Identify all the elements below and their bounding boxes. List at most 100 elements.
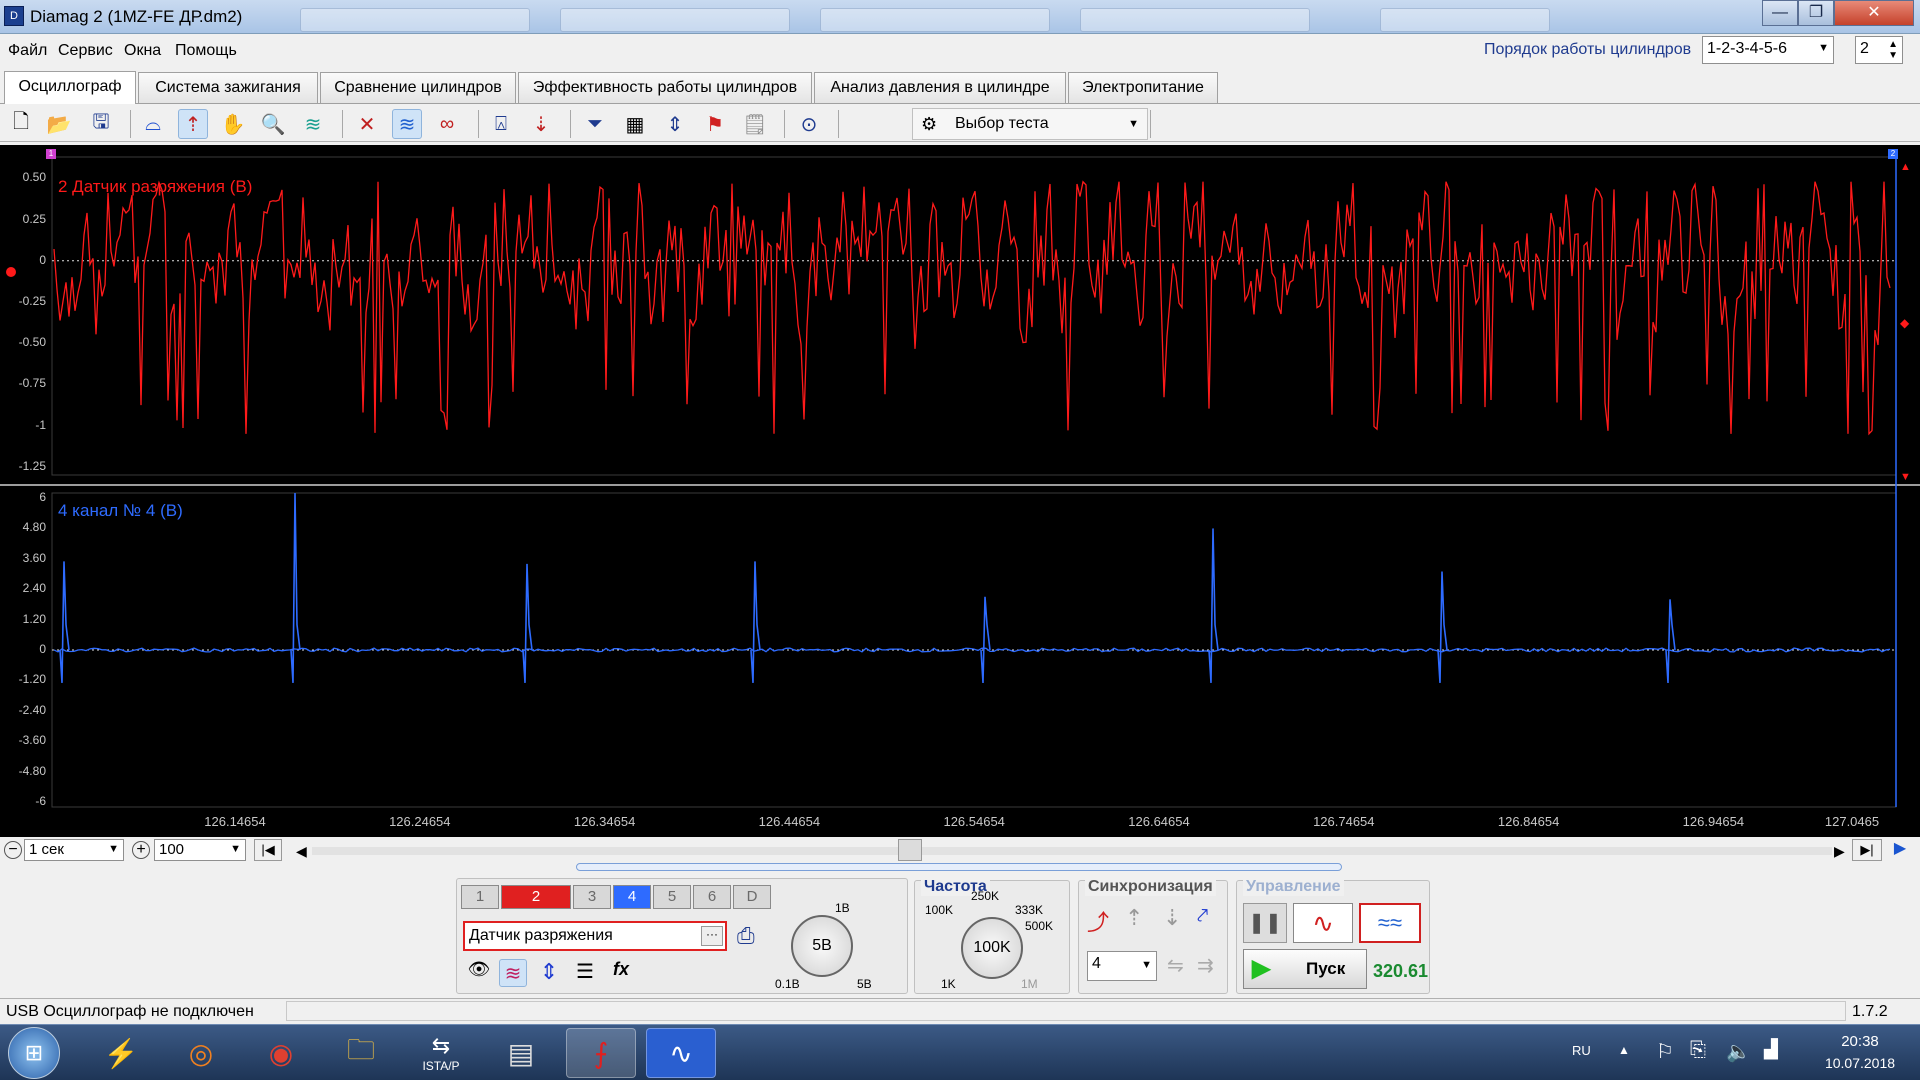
volume-icon[interactable]: 🔈	[1726, 1039, 1751, 1064]
auto-v-icon[interactable]: ⊙	[794, 109, 824, 139]
tab-ignition-system[interactable]: Система зажигания	[138, 72, 318, 103]
timeline-scrollbar[interactable]	[312, 847, 1832, 855]
expand-icon[interactable]: ≋	[392, 109, 422, 139]
minimize-button[interactable]: —	[1762, 0, 1798, 26]
oscilloscope-display[interactable]: 2 Датчик разряжения (В) 4 канал № 4 (В) …	[0, 145, 1920, 837]
notes-icon[interactable]: 🗒	[740, 109, 770, 139]
clock-time[interactable]: 20:38	[1830, 1033, 1890, 1050]
pause-button[interactable]: ❚❚	[1243, 903, 1287, 943]
windows-start-icon[interactable]: ⊞	[8, 1027, 60, 1079]
timebase-select[interactable]: 1 сек ▼	[24, 839, 124, 861]
sync-channel-select[interactable]: 4 ▼	[1087, 951, 1157, 981]
timeline-scroll-thumb[interactable]	[898, 839, 922, 861]
save-icon[interactable]: 🖫	[86, 109, 116, 139]
compress-icon[interactable]: ✕	[352, 109, 382, 139]
tab-cylinder-comparison[interactable]: Сравнение цилиндров	[320, 72, 516, 103]
cross-icon[interactable]: ∞	[432, 109, 462, 139]
tab-power-supply[interactable]: Электропитание	[1068, 72, 1218, 103]
cursor-marker-right[interactable]: 2	[1888, 149, 1898, 159]
formula-icon[interactable]: fx	[607, 959, 635, 987]
filter-icon[interactable]: ⏷	[580, 109, 610, 139]
file-explorer-icon[interactable]: 🗀	[326, 1028, 396, 1078]
scroll-right-icon[interactable]: ▶	[1834, 843, 1845, 860]
zero-offset-icon[interactable]: ⇣	[526, 109, 556, 139]
tab-cylinder-pressure[interactable]: Анализ давления в цилиндре	[814, 72, 1066, 103]
pdf-reader-icon[interactable]: ⨍	[566, 1028, 636, 1078]
offset-icon[interactable]: ⇕	[535, 959, 563, 987]
overview-scrollbar[interactable]	[576, 863, 1342, 871]
go-to-end-button[interactable]: ▶|	[1852, 839, 1882, 861]
sensor-settings-icon[interactable]: ⎙	[737, 923, 755, 949]
menu-service[interactable]: Сервис	[58, 42, 113, 60]
channel-button-1[interactable]: 1	[461, 885, 499, 909]
volts-knob[interactable]: 5B	[791, 915, 853, 977]
cursor-marker-left[interactable]: 1	[46, 149, 56, 159]
zoom-out-icon[interactable]: −	[4, 841, 22, 859]
network-icon[interactable]: ⎘	[1690, 1039, 1706, 1062]
grid-icon[interactable]: ▦	[620, 109, 650, 139]
maximize-button[interactable]: ❐	[1798, 0, 1834, 26]
scroll-down-icon[interactable]: ▼	[1900, 471, 1911, 483]
calculator-icon[interactable]: ▤	[486, 1028, 556, 1078]
diamag-scope-icon[interactable]: ∿	[646, 1028, 716, 1078]
channel-button-4[interactable]: 4	[613, 885, 651, 909]
auto-scale-icon[interactable]: ⍓	[486, 109, 516, 139]
cursor-tool-icon[interactable]: ⌓	[138, 109, 168, 139]
signal-icon[interactable]: ▟	[1764, 1039, 1778, 1060]
scroll-left-icon[interactable]: ◀	[296, 843, 307, 860]
menu-help[interactable]: Помощь	[175, 42, 237, 60]
zoom-in-icon[interactable]: +	[132, 841, 150, 859]
channel-button-3[interactable]: 3	[573, 885, 611, 909]
play-icon[interactable]: ▶	[1886, 839, 1914, 861]
open-folder-icon[interactable]: 📂	[44, 109, 74, 139]
step-up-icon[interactable]: ⇡	[1125, 905, 1143, 931]
cylinder-count-stepper[interactable]: 2 ▲ ▼	[1855, 36, 1903, 64]
cylinder-order-select[interactable]: 1-2-3-4-5-6 ▼	[1702, 36, 1834, 64]
orbit-app-icon[interactable]: ◎	[166, 1028, 236, 1078]
measure-tool-icon[interactable]: ⇡	[178, 109, 208, 139]
action-center-icon[interactable]: ⚐	[1656, 1039, 1674, 1064]
eye-icon[interactable]: 👁	[465, 959, 493, 987]
trigger-level-icon[interactable]: ◆	[1900, 316, 1909, 330]
channel-button-5[interactable]: 5	[653, 885, 691, 909]
new-file-icon[interactable]: 🗋	[6, 109, 36, 139]
clock-date[interactable]: 10.07.2018	[1812, 1055, 1908, 1071]
zoom-select[interactable]: 100 ▼	[154, 839, 246, 861]
single-wave-button[interactable]: ∿	[1293, 903, 1353, 943]
sensor-browse-button[interactable]: ···	[701, 926, 723, 946]
continuous-wave-button[interactable]: ≈≈	[1359, 903, 1421, 943]
step-down-icon[interactable]: ⇣	[1163, 905, 1181, 931]
rising-edge-icon[interactable]: ⤴	[1087, 905, 1109, 937]
invert-icon[interactable]: ≋	[499, 959, 527, 987]
frequency-knob[interactable]: 100K	[961, 917, 1023, 979]
trigger-cursor-icon[interactable]: ⤤	[1197, 905, 1208, 928]
menu-file[interactable]: Файл	[8, 42, 47, 60]
sync-collapse-icon[interactable]: ⇉	[1197, 953, 1214, 978]
go-to-start-button[interactable]: |◀	[254, 839, 282, 861]
language-indicator[interactable]: RU	[1572, 1043, 1591, 1058]
tab-cylinder-efficiency[interactable]: Эффективность работы цилиндров	[518, 72, 812, 103]
hand-tool-icon[interactable]: ✋	[218, 109, 248, 139]
waveform-tool-icon[interactable]: ≋	[298, 109, 328, 139]
channel-button-6[interactable]: 6	[693, 885, 731, 909]
scope-plot[interactable]	[0, 145, 1920, 837]
tray-expand-icon[interactable]: ▲	[1618, 1043, 1630, 1057]
flag-icon[interactable]: ⚑	[700, 109, 730, 139]
start-button[interactable]: ▶ Пуск	[1243, 949, 1367, 989]
chrome-icon[interactable]: ◉	[246, 1028, 316, 1078]
menu-windows[interactable]: Окна	[124, 42, 161, 60]
channel-button-D[interactable]: D	[733, 885, 771, 909]
scroll-up-icon[interactable]: ▲	[1900, 161, 1911, 173]
istap-app-icon[interactable]: ⇆ ISTA/P	[406, 1028, 476, 1078]
sync-center-icon[interactable]: ⇋	[1167, 953, 1184, 978]
close-button[interactable]: ✕	[1834, 0, 1914, 26]
diamag-logo-app-icon[interactable]: ⚡	[86, 1028, 156, 1078]
channel-button-2[interactable]: 2	[501, 885, 571, 909]
sensor-input[interactable]: Датчик разряжения ···	[463, 921, 727, 951]
tab-oscilloscope[interactable]: Осциллограф	[4, 71, 136, 104]
test-select[interactable]: ⚙ Выбор теста ▼	[912, 108, 1148, 140]
channel2-offset-marker[interactable]	[6, 267, 16, 277]
split-icon[interactable]: ⇕	[660, 109, 690, 139]
lines-icon[interactable]: ☰	[571, 959, 599, 987]
zoom-icon[interactable]: 🔍	[258, 109, 288, 139]
